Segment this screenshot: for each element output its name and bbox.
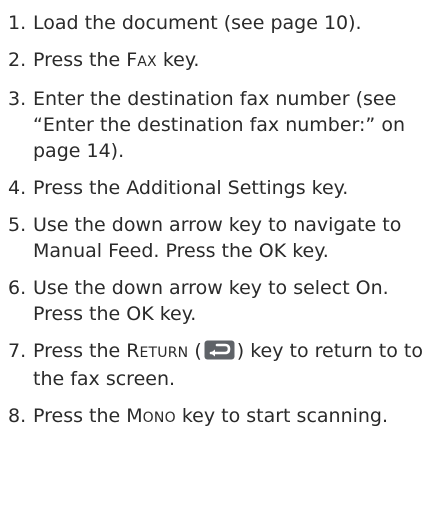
step-text-before: Press the [33,340,127,362]
instruction-page: 1. Load the document (see page 10). 2. P… [0,0,447,527]
return-arrow-icon [204,340,235,360]
step-number: 8. [8,405,27,427]
step-5: 5. Use the down arrow key to navigate to… [8,212,444,264]
step-text: Load the document (see page 10). [33,12,362,34]
step-text-before: Press the [33,49,127,71]
step-text: Press the MONO key to start scanning. [33,403,444,431]
step-number: 5. [8,214,27,236]
step-3: 3. Enter the destination fax number (see… [8,86,444,164]
step-text-after: key. [156,49,200,71]
step-number: 3. [8,88,27,110]
step-text: Press the RETURN ( ) key to return to to… [33,338,444,392]
step-7: 7. Press the RETURN ( ) key to return to… [8,338,444,392]
step-number: 1. [8,12,27,34]
step-6: 6. Use the down arrow key to select On. … [8,275,444,327]
key-name-fax: FAX [126,49,157,71]
step-1: 1. Load the document (see page 10). [8,10,444,36]
step-4: 4. Press the Additional Settings key. [8,175,444,201]
key-name-mono: MONO [126,405,176,427]
instruction-steps: 1. Load the document (see page 10). 2. P… [8,10,444,442]
step-2: 2. Press the FAX key. [8,47,444,75]
step-text: Press the FAX key. [33,47,444,75]
step-text: Press the Additional Settings key. [33,177,349,199]
step-number: 6. [8,277,27,299]
step-8: 8. Press the MONO key to start scanning. [8,403,444,431]
step-number: 7. [8,340,27,362]
step-text: Use the down arrow key to navigate to Ma… [33,214,402,262]
step-text: Enter the destination fax number (see “E… [33,88,405,162]
open-paren: ( [188,340,202,362]
key-name-return: RETURN [126,340,189,362]
step-text: Use the down arrow key to select On. Pre… [33,277,389,325]
step-number: 2. [8,49,27,71]
step-text-after: key to start scanning. [175,405,389,427]
step-text-before: Press the [33,405,127,427]
step-number: 4. [8,177,27,199]
